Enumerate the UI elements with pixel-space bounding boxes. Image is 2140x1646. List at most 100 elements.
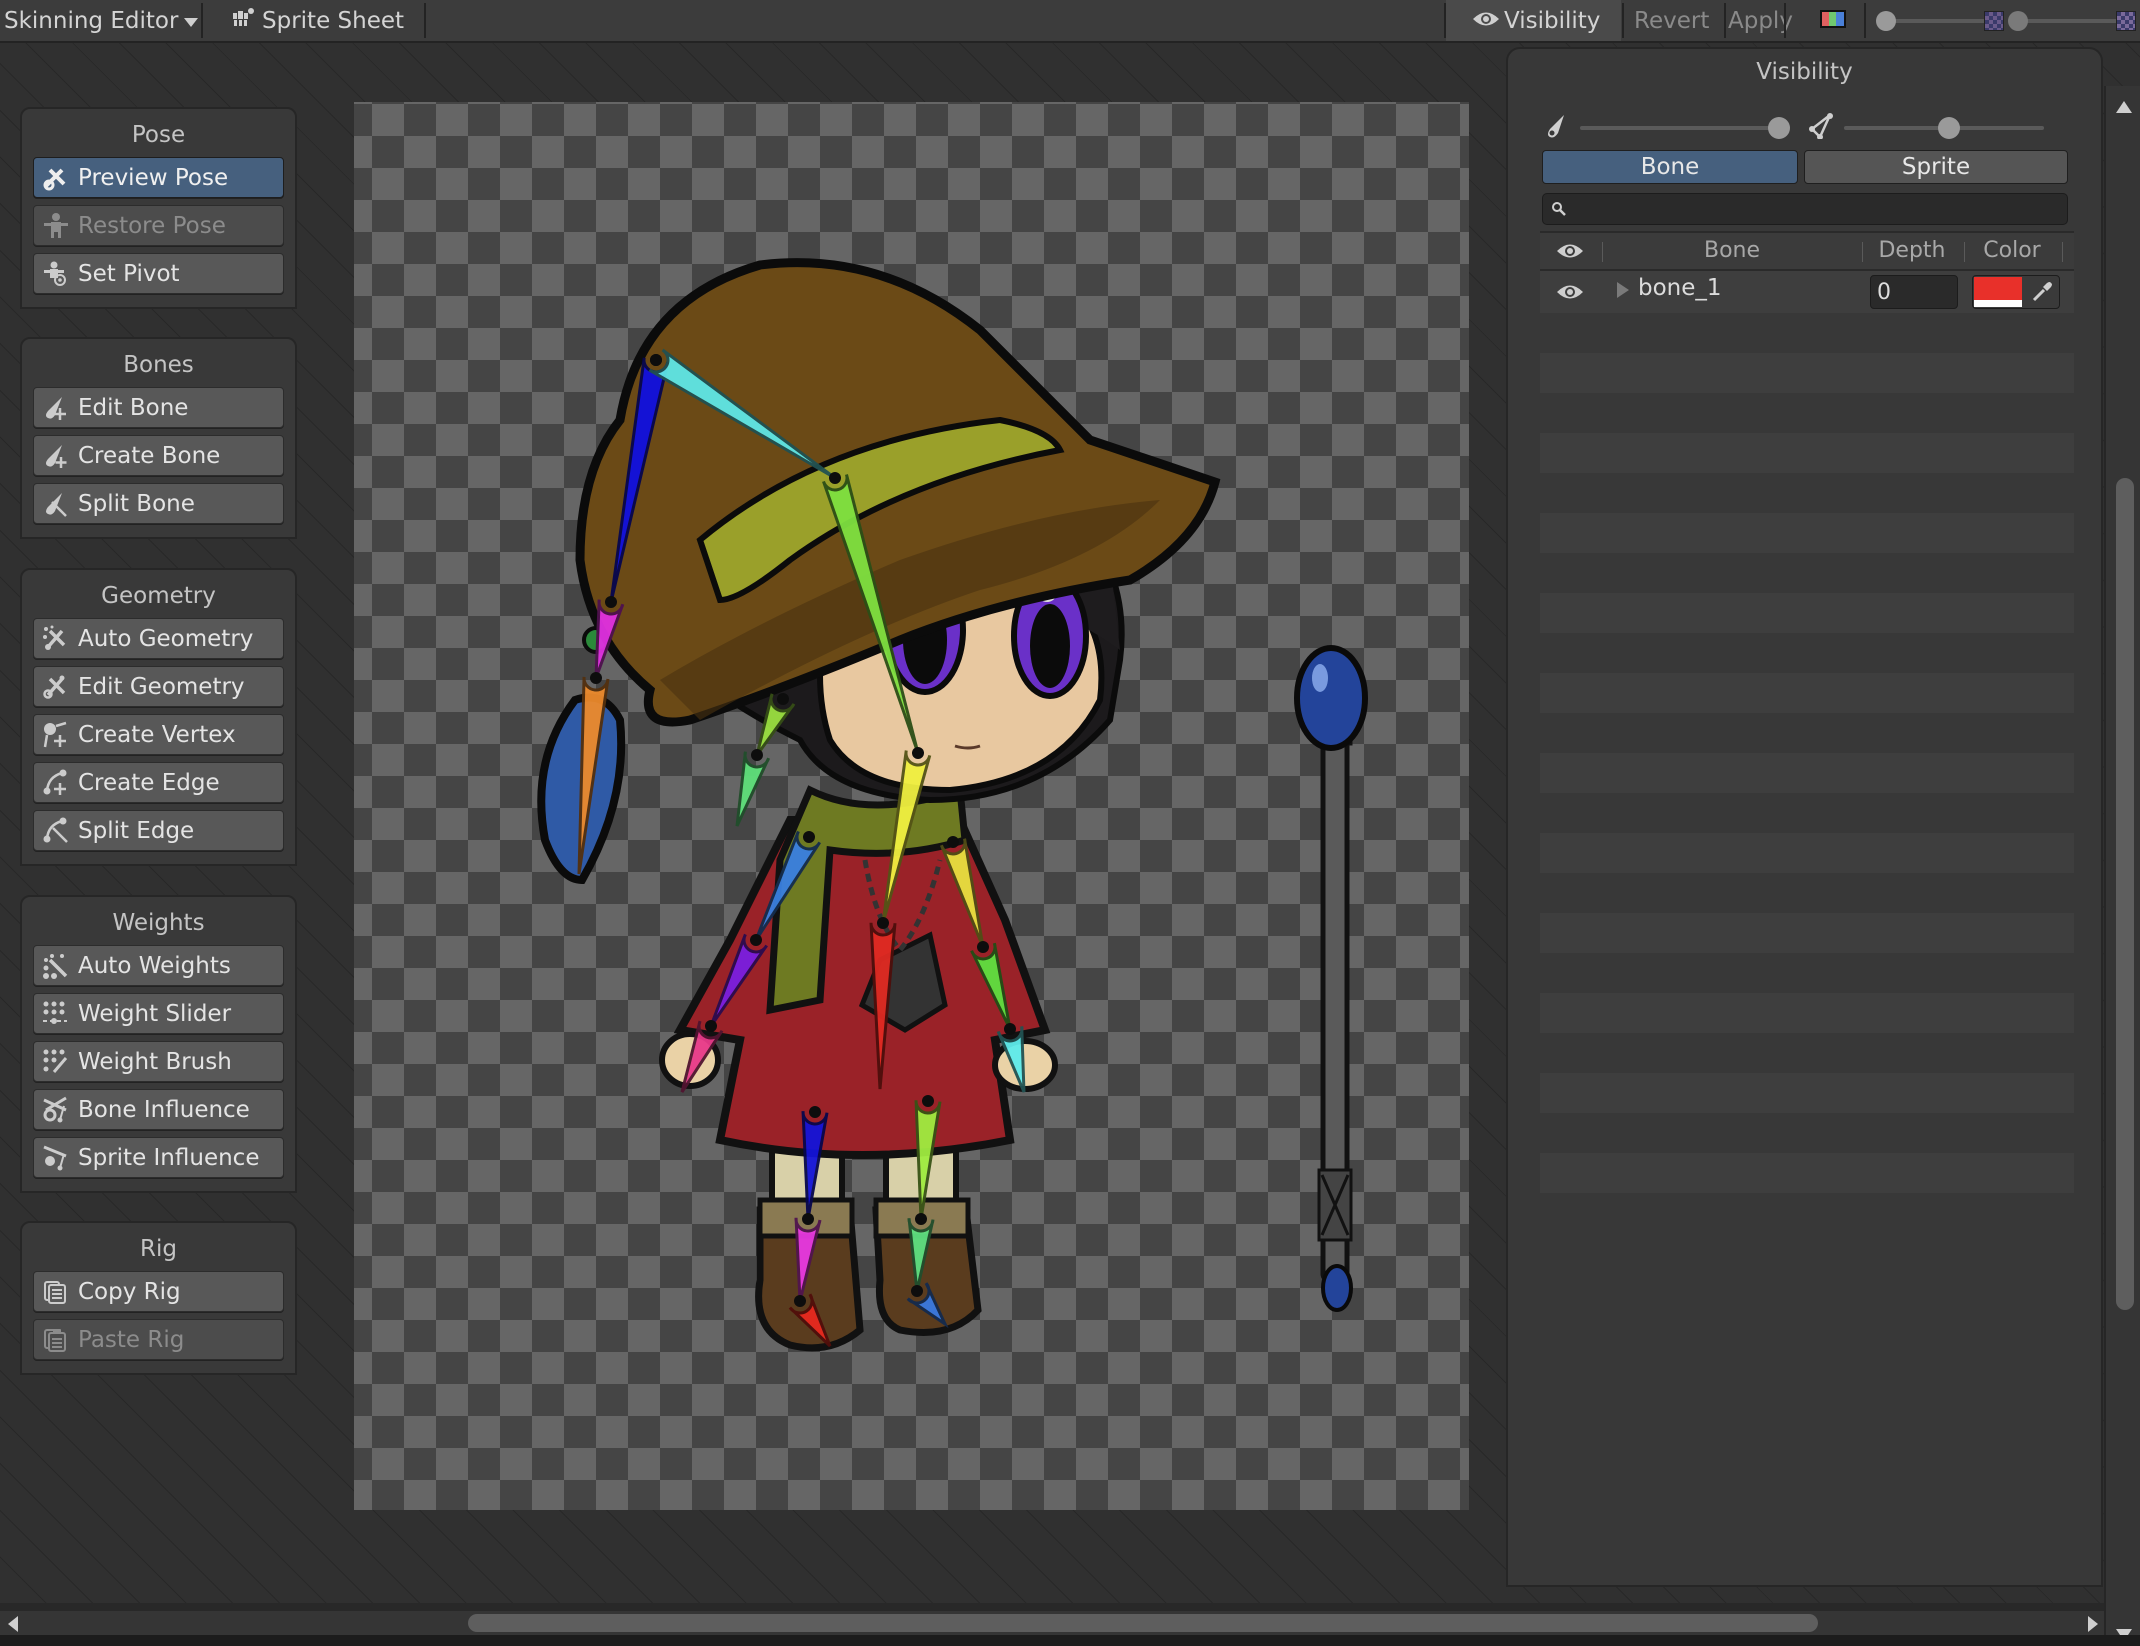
- weight-slider-button[interactable]: Weight Slider: [33, 993, 284, 1034]
- column-header-bone[interactable]: Bone: [1602, 233, 1862, 269]
- bone-depth-field[interactable]: 0: [1870, 275, 1958, 309]
- visibility-toggle-button[interactable]: Visibility: [1446, 0, 1621, 41]
- tool-panel-weights: Weights Auto Weights Weight Slider Weight B…: [20, 895, 297, 1193]
- scroll-left-arrow-icon[interactable]: [8, 1616, 18, 1636]
- vertical-scrollbar[interactable]: [2104, 86, 2140, 1646]
- bone-name[interactable]: bone_1: [1638, 275, 1722, 301]
- bone-row[interactable]: bone_1 0: [1540, 271, 2074, 313]
- visibility-label: Visibility: [1504, 7, 1601, 34]
- mesh-opacity-slider[interactable]: [1808, 113, 2044, 143]
- bone-joint[interactable]: [794, 1295, 806, 1307]
- sprite-canvas[interactable]: [354, 102, 1469, 1510]
- checker-icon: [1984, 11, 2004, 31]
- bone-joint[interactable]: [977, 941, 989, 953]
- bone-shape[interactable]: [735, 751, 770, 827]
- brightness-slider-track: [1886, 19, 1998, 23]
- bone-color-field[interactable]: [1972, 275, 2060, 309]
- vertical-scrollbar-thumb[interactable]: [2116, 478, 2134, 1310]
- alpha-slider[interactable]: [2008, 8, 2132, 34]
- bone-joint[interactable]: [947, 836, 959, 848]
- toolbar-divider: [424, 3, 426, 38]
- bone-depth-value: 0: [1877, 280, 1891, 305]
- bone-joint[interactable]: [803, 831, 815, 843]
- sprite-sheet-button[interactable]: Sprite Sheet: [232, 0, 404, 41]
- brightness-slider-knob[interactable]: [1876, 11, 1896, 31]
- revert-label: Revert: [1634, 7, 1710, 34]
- scroll-up-arrow-icon[interactable]: [2116, 98, 2132, 117]
- bone-joint[interactable]: [802, 1213, 814, 1225]
- sprite-artwork[interactable]: [354, 102, 1469, 1510]
- tab-sprite[interactable]: Sprite: [1804, 150, 2068, 184]
- checker-icon: [2116, 11, 2136, 31]
- copy-rig-icon: [42, 1278, 70, 1306]
- eyedropper-icon[interactable]: [2031, 281, 2053, 307]
- restore-pose-button[interactable]: Restore Pose: [33, 205, 284, 246]
- edit-bone-button[interactable]: Edit Bone: [33, 387, 284, 428]
- create-bone-button[interactable]: Create Bone: [33, 435, 284, 476]
- bone-joint[interactable]: [590, 672, 602, 684]
- alpha-slider-knob[interactable]: [2008, 11, 2028, 31]
- bone-joint[interactable]: [605, 596, 617, 608]
- split-edge-icon: [42, 817, 70, 845]
- bone-influence-button[interactable]: Bone Influence: [33, 1089, 284, 1130]
- bone-joint[interactable]: [777, 693, 789, 705]
- column-header-depth[interactable]: Depth: [1862, 233, 1962, 269]
- bone-visibility-eye-icon[interactable]: [1556, 283, 1584, 305]
- bone-joint[interactable]: [750, 934, 762, 946]
- split-bone-button[interactable]: Split Bone: [33, 483, 284, 524]
- create-vertex-button[interactable]: Create Vertex: [33, 714, 284, 755]
- bone-joint[interactable]: [877, 917, 889, 929]
- bone-joint[interactable]: [911, 1285, 923, 1297]
- bone-joint[interactable]: [922, 1095, 934, 1107]
- horizontal-scrollbar[interactable]: [0, 1611, 2104, 1635]
- tool-button-label: Set Pivot: [78, 260, 180, 287]
- tool-button-label: Create Edge: [78, 769, 220, 796]
- bone-joint[interactable]: [705, 1020, 717, 1032]
- preview-pose-button[interactable]: Preview Pose: [33, 157, 284, 198]
- expand-arrow-icon[interactable]: [1616, 281, 1630, 303]
- horizontal-scrollbar-thumb[interactable]: [468, 1614, 1818, 1632]
- auto-weights-button[interactable]: Auto Weights: [33, 945, 284, 986]
- bone-joint[interactable]: [1004, 1023, 1016, 1035]
- tab-bone[interactable]: Bone: [1542, 150, 1798, 184]
- empty-list-row: [1540, 1113, 2074, 1153]
- paste-rig-button[interactable]: Paste Rig: [33, 1319, 284, 1360]
- set-pivot-button[interactable]: Set Pivot: [33, 253, 284, 294]
- paste-rig-icon: [42, 1326, 70, 1354]
- tool-panel-rig: Rig Copy Rig Paste Rig: [20, 1221, 297, 1375]
- empty-list-row: [1540, 753, 2074, 793]
- tool-button-label: Edit Geometry: [78, 673, 245, 700]
- bone-opacity-knob[interactable]: [1768, 117, 1790, 139]
- visibility-column-eye-icon[interactable]: [1556, 242, 1584, 264]
- copy-rig-button[interactable]: Copy Rig: [33, 1271, 284, 1312]
- character-body: [659, 785, 1058, 1352]
- create-edge-button[interactable]: Create Edge: [33, 762, 284, 803]
- weight-brush-button[interactable]: Weight Brush: [33, 1041, 284, 1082]
- bone-search-input[interactable]: [1542, 193, 2068, 225]
- bone-joint[interactable]: [809, 1106, 821, 1118]
- color-mode-button[interactable]: [1820, 0, 1846, 41]
- bone-joint[interactable]: [912, 747, 924, 759]
- bone-opacity-slider[interactable]: [1544, 113, 1790, 143]
- hair-bone-2[interactable]: [735, 749, 770, 827]
- bone-joint[interactable]: [751, 749, 763, 761]
- skinning-editor-menu[interactable]: Skinning Editor: [4, 0, 199, 41]
- search-text[interactable]: [1573, 196, 2053, 222]
- bone-joint[interactable]: [829, 472, 841, 484]
- revert-button[interactable]: Revert: [1634, 0, 1709, 41]
- scroll-right-arrow-icon[interactable]: [2088, 1616, 2098, 1636]
- split-edge-button[interactable]: Split Edge: [33, 810, 284, 851]
- column-header-color[interactable]: Color: [1964, 233, 2060, 269]
- edit-geometry-button[interactable]: Edit Geometry: [33, 666, 284, 707]
- tab-bone-label: Bone: [1640, 154, 1700, 180]
- auto-geometry-button[interactable]: Auto Geometry: [33, 618, 284, 659]
- sprite-influence-button[interactable]: Sprite Influence: [33, 1137, 284, 1178]
- mesh-icon: [1808, 113, 1834, 143]
- mesh-opacity-knob[interactable]: [1938, 117, 1960, 139]
- tool-button-label: Sprite Influence: [78, 1144, 260, 1171]
- scene-view[interactable]: Pose Preview Pose Restore Pose Set Pivot Bon…: [0, 43, 2140, 1646]
- bone-color-swatch[interactable]: [1974, 277, 2022, 307]
- tool-button-label: Weight Slider: [78, 1000, 232, 1027]
- bone-joint[interactable]: [915, 1213, 927, 1225]
- bone-joint[interactable]: [650, 354, 662, 366]
